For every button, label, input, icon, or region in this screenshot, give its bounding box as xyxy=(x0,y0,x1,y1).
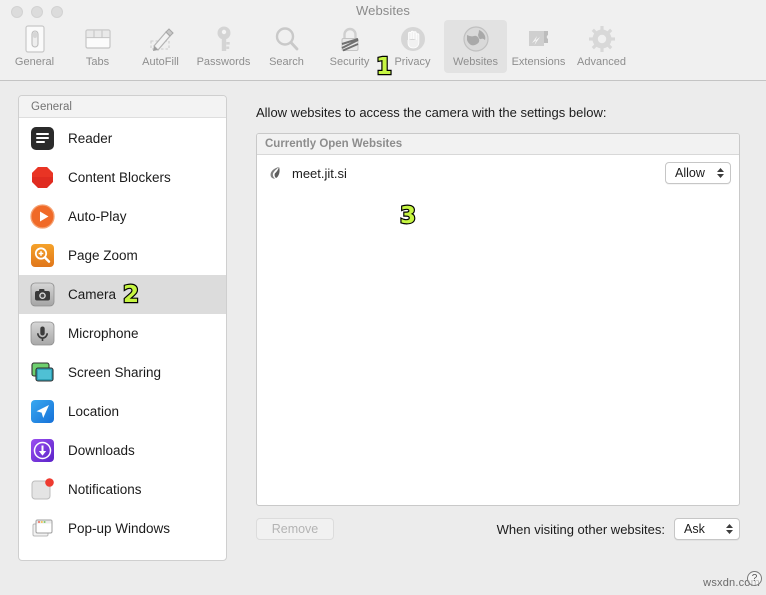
permission-value: Allow xyxy=(675,166,705,180)
sidebar-item-microphone-label: Microphone xyxy=(68,326,139,341)
toolbar-tab-search-label: Search xyxy=(269,56,304,68)
toolbar-tab-tabs-label: Tabs xyxy=(85,56,110,68)
main-description: Allow websites to access the camera with… xyxy=(256,105,607,120)
extensions-icon xyxy=(524,23,554,55)
sidebar-item-notifications[interactable]: Notifications xyxy=(19,470,226,509)
websites-icon xyxy=(461,23,491,55)
content-blockers-icon xyxy=(29,165,55,191)
sidebar-item-notifications-label: Notifications xyxy=(68,482,142,497)
toolbar-tab-extensions[interactable]: Extensions xyxy=(507,20,570,73)
sidebar-item-microphone[interactable]: Microphone xyxy=(19,314,226,353)
remove-button[interactable]: Remove xyxy=(256,518,334,540)
toolbar-tab-general[interactable]: General xyxy=(3,20,66,73)
sidebar-item-camera-label: Camera xyxy=(68,287,117,302)
sidebar-item-auto-play-label: Auto-Play xyxy=(68,209,127,224)
camera-icon xyxy=(29,282,55,308)
toolbar-tab-autofill[interactable]: AutoFill xyxy=(129,20,192,73)
reader-icon xyxy=(29,126,55,152)
safari-preferences-window: Websites General Tabs AutoFill Passwords… xyxy=(0,0,766,595)
preferences-body: General Reader Content Blockers Auto-Pla… xyxy=(0,81,766,595)
window-title: Websites xyxy=(355,3,411,18)
advanced-icon xyxy=(587,23,617,55)
sidebar-item-location[interactable]: Location xyxy=(19,392,226,431)
sidebar-item-content-blockers[interactable]: Content Blockers xyxy=(19,158,226,197)
websites-list-box: Currently Open Websites meet.jit.si Allo… xyxy=(256,133,740,506)
toolbar-tab-websites-label: Websites xyxy=(452,56,499,68)
other-websites-label: When visiting other websites: xyxy=(496,521,665,537)
popup-windows-icon xyxy=(29,516,55,542)
settings-sidebar: General Reader Content Blockers Auto-Pla… xyxy=(18,95,227,561)
main-pane: Allow websites to access the camera with… xyxy=(240,95,750,561)
sidebar-item-reader-label: Reader xyxy=(68,131,113,146)
toolbar-tab-general-label: General xyxy=(14,56,55,68)
toolbar-tab-advanced-label: Advanced xyxy=(577,56,626,68)
location-icon xyxy=(29,399,55,425)
toolbar-tab-security[interactable]: Security xyxy=(318,20,381,73)
sidebar-item-popup-windows[interactable]: Pop-up Windows xyxy=(19,509,226,548)
jitsi-favicon xyxy=(267,165,283,181)
screen-sharing-icon xyxy=(29,360,55,386)
annotation-marker-2: 2 xyxy=(122,282,140,308)
sidebar-item-downloads-label: Downloads xyxy=(68,443,135,458)
microphone-icon xyxy=(29,321,55,347)
page-zoom-icon xyxy=(29,243,55,269)
other-websites-control: When visiting other websites: Ask xyxy=(497,518,740,540)
sidebar-item-content-blockers-label: Content Blockers xyxy=(68,170,171,185)
sidebar-header: General xyxy=(19,96,226,118)
annotation-marker-3: 3 xyxy=(399,203,417,229)
security-icon xyxy=(335,23,365,55)
toolbar-tab-tabs[interactable]: Tabs xyxy=(66,20,129,73)
toolbar-tab-advanced[interactable]: Advanced xyxy=(570,20,633,73)
toolbar-tab-autofill-label: AutoFill xyxy=(142,56,179,68)
toolbar-tab-passwords[interactable]: Passwords xyxy=(192,20,255,73)
passwords-icon xyxy=(209,23,239,55)
privacy-icon xyxy=(398,23,428,55)
toolbar-tab-extensions-label: Extensions xyxy=(511,56,566,68)
sidebar-item-location-label: Location xyxy=(68,404,120,419)
other-websites-value: Ask xyxy=(684,522,705,536)
toolbar-tab-privacy-label: Privacy xyxy=(394,56,431,68)
toolbar-tab-websites[interactable]: Websites xyxy=(444,20,507,73)
tabs-icon xyxy=(83,23,113,55)
list-section-header: Currently Open Websites xyxy=(257,134,739,155)
website-name: meet.jit.si xyxy=(292,165,347,181)
sidebar-item-page-zoom[interactable]: Page Zoom xyxy=(19,236,226,275)
autofill-icon xyxy=(146,23,176,55)
list-bottom-bar: Remove When visiting other websites: Ask xyxy=(256,516,740,542)
general-icon xyxy=(22,23,48,55)
watermark-badge: ? xyxy=(747,571,762,586)
sidebar-item-screen-sharing-label: Screen Sharing xyxy=(68,365,162,380)
permission-dropdown[interactable]: Allow xyxy=(665,162,731,184)
sidebar-item-auto-play[interactable]: Auto-Play xyxy=(19,197,226,236)
sidebar-item-popup-windows-label: Pop-up Windows xyxy=(68,521,171,536)
table-row[interactable]: meet.jit.si Allow xyxy=(257,155,739,191)
toolbar-tab-security-label: Security xyxy=(329,56,370,68)
sidebar-item-screen-sharing[interactable]: Screen Sharing xyxy=(19,353,226,392)
other-websites-dropdown[interactable]: Ask xyxy=(674,518,740,540)
toolbar-tab-search[interactable]: Search xyxy=(255,20,318,73)
sidebar-list: Reader Content Blockers Auto-Play Page Z… xyxy=(19,118,226,548)
sidebar-item-page-zoom-label: Page Zoom xyxy=(68,248,138,263)
sidebar-item-downloads[interactable]: Downloads xyxy=(19,431,226,470)
toolbar-tab-passwords-label: Passwords xyxy=(196,56,251,68)
annotation-marker-1: 1 xyxy=(375,54,393,80)
auto-play-icon xyxy=(29,204,55,230)
notifications-icon xyxy=(29,477,55,503)
search-icon xyxy=(272,23,302,55)
chevron-updown-icon xyxy=(725,522,734,536)
downloads-icon xyxy=(29,438,55,464)
sidebar-item-reader[interactable]: Reader xyxy=(19,119,226,158)
chevron-updown-icon xyxy=(716,166,725,180)
